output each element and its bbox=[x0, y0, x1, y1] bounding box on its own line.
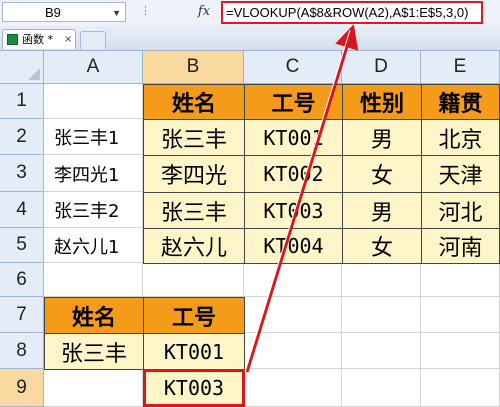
annotation-arrow-line bbox=[245, 24, 359, 373]
annotation-arrow-highlight bbox=[244, 29, 351, 373]
annotation-arrow bbox=[244, 24, 359, 373]
